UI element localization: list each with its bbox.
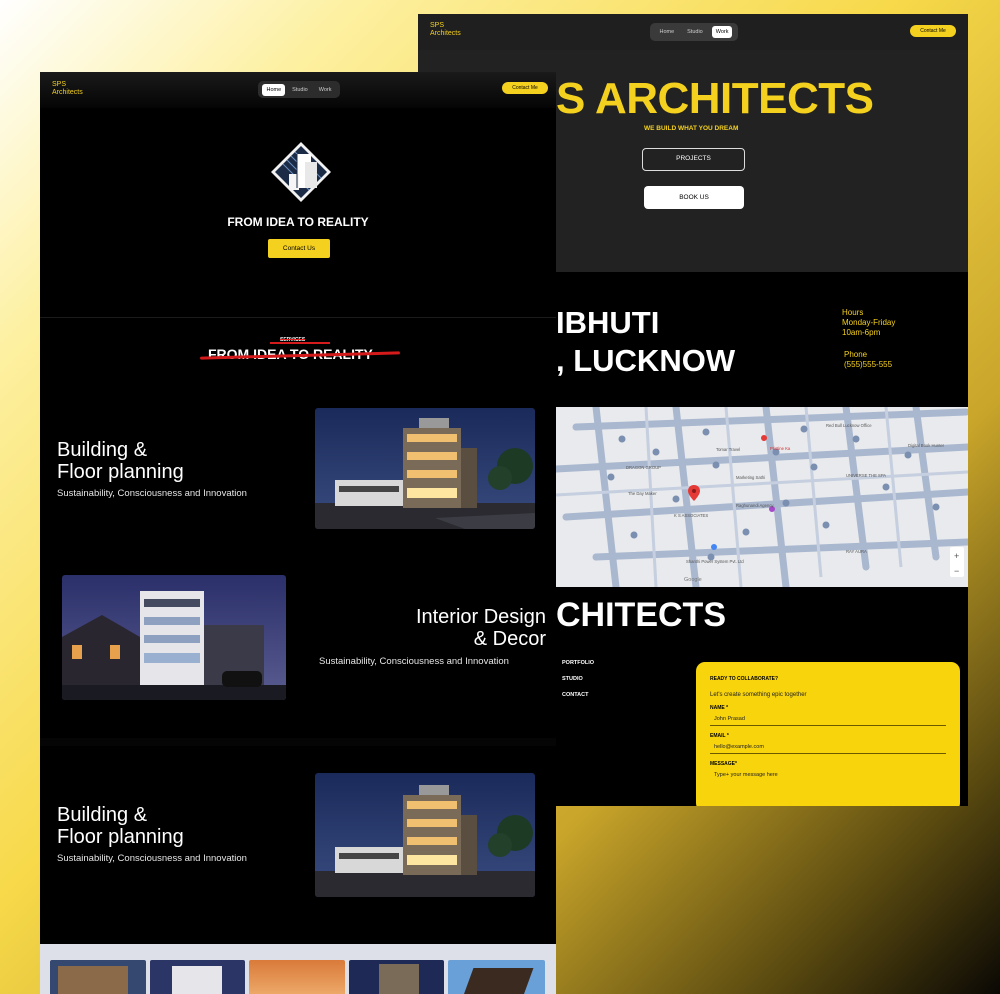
service-3-heading: Building & Floor planning [57, 804, 184, 848]
hero-title: FROM IDEA TO REALITY [227, 215, 369, 229]
map-label-3: Digital Book Hunter [908, 443, 945, 448]
gallery-thumb-2[interactable] [150, 960, 245, 994]
nav-studio[interactable]: Studio [288, 84, 312, 96]
service-3-subtitle: Sustainability, Consciousness and Innova… [57, 853, 247, 864]
contact-us-button[interactable]: Contact Us [268, 239, 330, 258]
email-field[interactable]: hello@example.com [710, 744, 946, 754]
nav-pill: Home Studio Work [650, 23, 738, 41]
nav-home[interactable]: Home [655, 26, 678, 38]
contact-me-button[interactable]: Contact Me [502, 82, 548, 94]
nav-home[interactable]: Home [262, 83, 286, 96]
hours-time: 10am-6pm [842, 328, 881, 337]
service-2-subtitle: Sustainability, Consciousness and Innova… [319, 656, 509, 667]
location-map[interactable]: Tomar Travel Pristine Ka Red Bull Luckno… [552, 403, 968, 591]
interior-render-image [62, 575, 286, 700]
map-label-1: Pristine Ka [770, 446, 791, 451]
brand-logo[interactable]: SPS Architects [430, 22, 461, 38]
brand-line1: SPS [52, 81, 67, 88]
map-label-4: Marketing Sathi [736, 475, 765, 480]
service-1-heading: Building & Floor planning [57, 439, 184, 483]
hours-block: Hours Monday-Friday 10am-6pm [842, 308, 895, 338]
projects-button[interactable]: PROJECTS [642, 148, 745, 171]
section-divider [40, 317, 556, 318]
brand-line2: Architects [52, 89, 83, 96]
gallery-thumb-1[interactable] [50, 960, 146, 994]
building-logo-icon [271, 142, 331, 202]
email-label: EMAIL * [710, 733, 729, 739]
footer-link-studio[interactable]: STUDIO [562, 676, 594, 682]
footer-link-portfolio[interactable]: PORTFOLIO [562, 660, 594, 666]
services-label: SERVICES [280, 337, 306, 343]
nav-pill: Home Studio Work [258, 81, 340, 98]
service-1-heading-line2: Floor planning [57, 461, 184, 483]
map-label-6: K S ASSOCIATES [674, 513, 708, 518]
name-field[interactable]: John Prasad [710, 716, 946, 726]
nav-work[interactable]: Work [315, 84, 336, 96]
address-heading: IBHUTI , LUCKNOW [556, 304, 735, 380]
phone-label: Phone [844, 350, 868, 359]
message-label: MESSAGE* [710, 761, 737, 767]
service-3-heading-line2: Floor planning [57, 826, 184, 848]
brand-line2: Architects [430, 30, 461, 37]
name-label: NAME * [710, 705, 729, 711]
map-label-8: UNIVERSE THE SPA [846, 473, 886, 478]
map-label-0: Tomar Travel [716, 447, 740, 452]
top-navbar: SPS Architects Home Studio Work Contact … [418, 14, 968, 50]
footer-links: PORTFOLIO STUDIO CONTACT [562, 660, 594, 708]
hours-days: Monday-Friday [842, 318, 896, 327]
gallery-thumb-3[interactable] [249, 960, 345, 994]
book-us-button[interactable]: BOOK US [644, 186, 744, 209]
nav-work[interactable]: Work [711, 26, 733, 38]
map-label-2: Red Bull Lucknow Office [826, 423, 872, 428]
map-canvas: Tomar Travel Pristine Ka Red Bull Luckno… [552, 403, 968, 591]
map-google-logo: Google [684, 577, 702, 583]
form-subtitle: Let's create something epic together [710, 692, 807, 698]
service-2-heading-line1: Interior Design [415, 606, 546, 628]
footer-title: CHITECTS [556, 596, 726, 634]
service-2-image [62, 575, 286, 700]
map-zoom-in[interactable]: + [954, 551, 959, 561]
form-title: READY TO COLLABORATE? [710, 676, 779, 682]
nav-studio[interactable]: Studio [683, 26, 707, 38]
gallery-thumb-4[interactable] [349, 960, 444, 994]
contact-me-button[interactable]: Contact Me [910, 25, 956, 37]
service-1-heading-line1: Building & [57, 439, 148, 461]
service-2-heading-line2: & Decor [473, 628, 546, 650]
top-navbar: SPS Architects Home Studio Work Contact … [40, 72, 556, 108]
map-label-5: Raghunandi Agency [736, 503, 774, 508]
map-label-7: Shanthi Power System Pvt. Ltd [686, 559, 744, 564]
map-label-10: The Day Maker [628, 491, 657, 496]
service-3-heading-line1: Building & [57, 804, 148, 826]
hours-label: Hours [842, 308, 864, 317]
hero-tagline: WE BUILD WHAT YOU DREAM [644, 125, 739, 132]
collaborate-form: READY TO COLLABORATE? Let's create somet… [696, 662, 960, 806]
map-zoom-out[interactable]: − [954, 566, 959, 576]
building-render-image [315, 773, 535, 897]
map-label-9: DRAGON GROUP [626, 465, 661, 470]
service-1-subtitle: Sustainability, Consciousness and Innova… [57, 488, 247, 499]
gallery-strip [40, 944, 556, 994]
hero-title: S ARCHITECTS [556, 74, 874, 123]
service-3-image [315, 773, 535, 897]
gallery-thumb-5[interactable] [448, 960, 545, 994]
phone-block: Phone (555)555-555 [844, 350, 892, 370]
footer-link-contact[interactable]: CONTACT [562, 692, 594, 698]
service-2-heading: Interior Design & Decor [370, 606, 546, 650]
brand-line1: SPS [430, 22, 445, 29]
address-line1: IBHUTI [556, 305, 660, 340]
brand-logo[interactable]: SPS Architects [52, 81, 83, 97]
phone-number[interactable]: (555)555-555 [844, 360, 892, 370]
map-label-11: RAY AURA [846, 549, 867, 554]
message-field[interactable]: Type+ your message here [710, 772, 946, 781]
section-band [40, 738, 556, 746]
screenshot-home-page: SPS Architects Home Studio Work Contact … [40, 72, 556, 994]
service-1-image [315, 408, 535, 529]
building-render-image [315, 408, 535, 529]
address-line2: , LUCKNOW [556, 343, 736, 378]
